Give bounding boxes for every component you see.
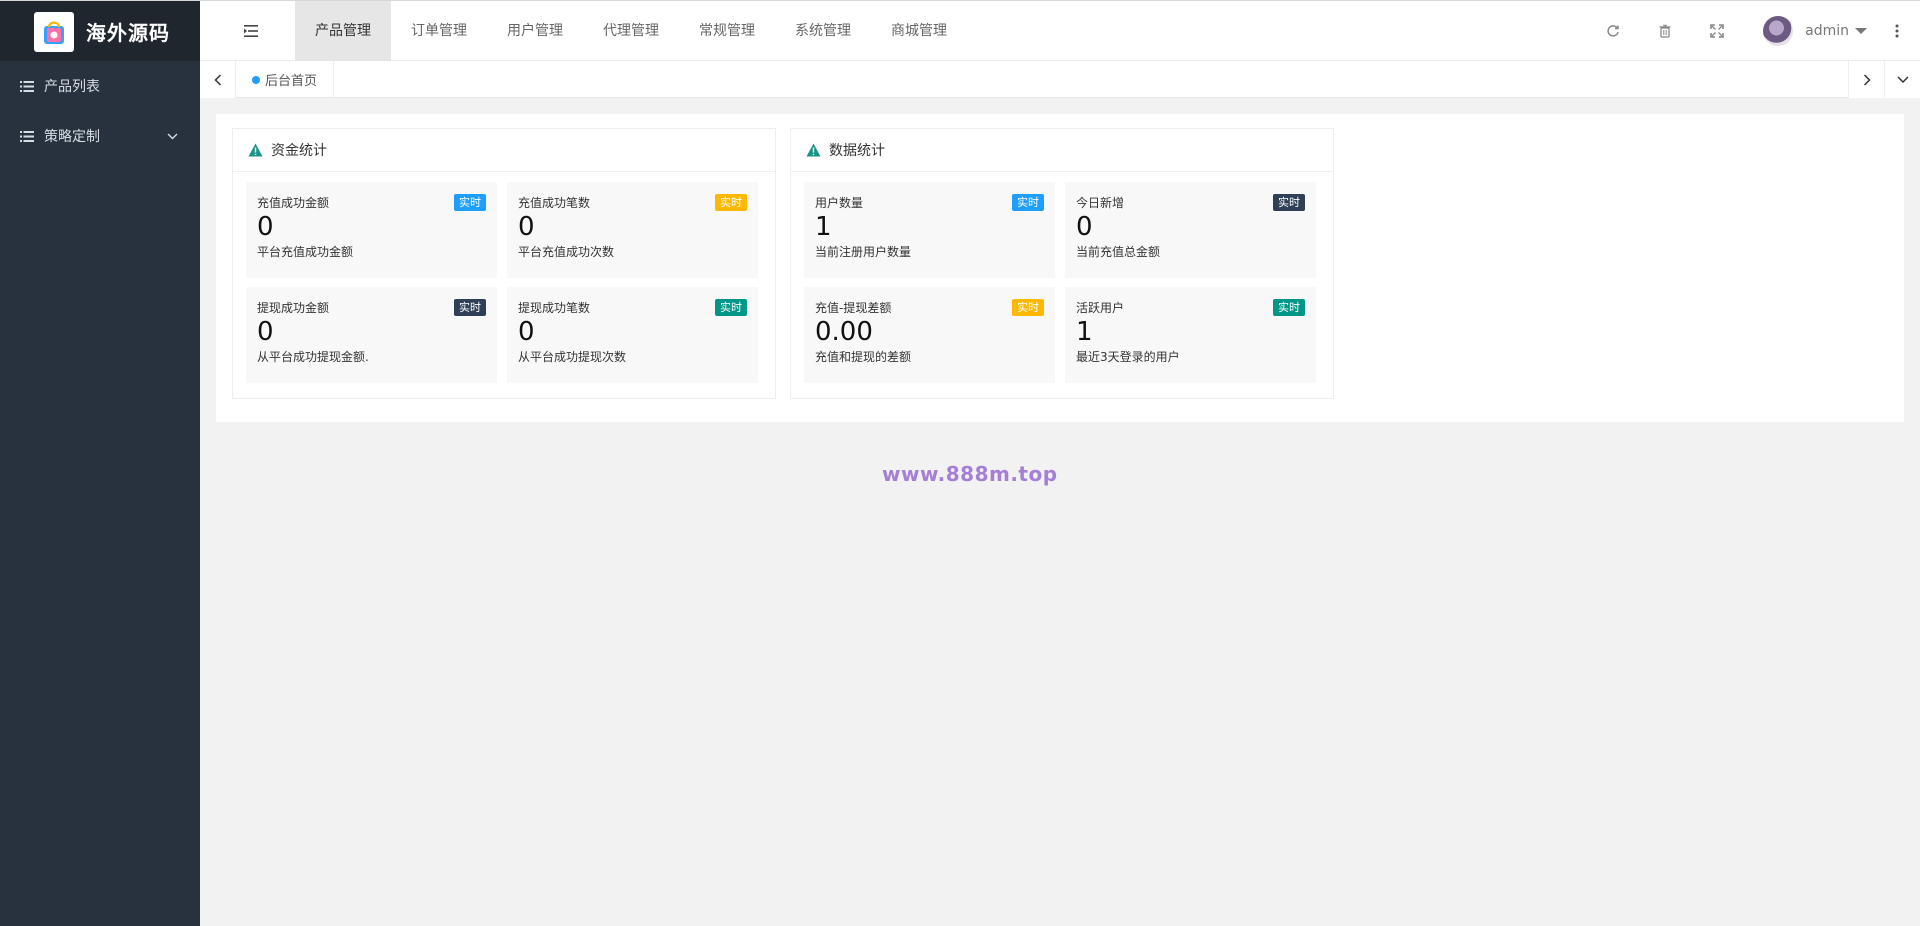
data-stats-card: 数据统计 用户数量 1 当前注册用户数量 实时 今日新增 0 当前充值总金额 实… [790, 128, 1334, 399]
tab-home[interactable]: 后台首页 [236, 61, 335, 98]
shopping-bag-icon [34, 11, 74, 52]
realtime-badge: 实时 [1273, 299, 1305, 316]
warning-icon [805, 142, 821, 158]
stat-label: 用户数量 [815, 196, 864, 210]
top-header: 海外源码 产品管理 订单管理 用户管理 代理管理 常规管理 系统管理 商城管理 [0, 0, 1920, 62]
stat-active-users: 活跃用户 1 最近3天登录的用户 实时 [1065, 287, 1316, 383]
realtime-badge: 实时 [715, 299, 747, 316]
realtime-badge: 实时 [454, 194, 486, 211]
list-icon [20, 129, 34, 143]
stat-desc: 从平台成功提现次数 [518, 350, 627, 364]
stat-desc: 当前充值总金额 [1076, 245, 1161, 259]
stat-balance-diff: 充值-提现差额 0.00 充值和提现的差额 实时 [804, 287, 1055, 383]
more-vertical-icon[interactable] [1889, 23, 1905, 39]
sidebar-item-label: 策略定制 [44, 129, 100, 145]
card-header: 资金统计 [233, 129, 775, 172]
stat-desc: 平台充值成功次数 [518, 245, 615, 259]
logo-text: 海外源码 [86, 21, 170, 45]
stat-today-new: 今日新增 0 当前充值总金额 实时 [1065, 182, 1316, 278]
caret-down-icon [1855, 28, 1867, 34]
nav-user-management[interactable]: 用户管理 [487, 1, 583, 61]
stat-withdraw-amount: 提现成功金额 0 从平台成功提现金额. 实时 [246, 287, 497, 383]
trash-icon[interactable] [1657, 23, 1673, 39]
realtime-badge: 实时 [1012, 194, 1044, 211]
stat-value: 0 [257, 317, 274, 347]
stat-value: 0.00 [815, 317, 873, 347]
tab-label: 后台首页 [265, 74, 318, 89]
active-dot-icon [252, 75, 260, 84]
nav-system-management[interactable]: 系统管理 [775, 1, 871, 61]
sidebar: 产品列表 策略定制 [0, 61, 200, 926]
top-right-tools: admin [1587, 1, 1920, 61]
stat-recharge-count: 充值成功笔数 0 平台充值成功次数 实时 [507, 182, 758, 278]
card-title: 资金统计 [271, 143, 327, 159]
stat-value: 0 [518, 317, 535, 347]
stat-desc: 当前注册用户数量 [815, 245, 912, 259]
nav-general-management[interactable]: 常规管理 [679, 1, 775, 61]
stat-label: 充值成功金额 [257, 196, 330, 210]
stat-value: 1 [815, 212, 832, 242]
list-icon [20, 79, 34, 93]
card-header: 数据统计 [791, 129, 1333, 172]
refresh-icon[interactable] [1605, 23, 1621, 39]
warning-icon [247, 142, 263, 158]
stat-user-count: 用户数量 1 当前注册用户数量 实时 [804, 182, 1055, 278]
fullscreen-icon[interactable] [1709, 23, 1725, 39]
nav-agent-management[interactable]: 代理管理 [583, 1, 679, 61]
stat-desc: 从平台成功提现金额. [257, 350, 369, 364]
logo-area[interactable]: 海外源码 [0, 1, 200, 62]
stat-value: 0 [518, 212, 535, 242]
menu-collapse-icon[interactable] [243, 23, 259, 39]
top-nav: 产品管理 订单管理 用户管理 代理管理 常规管理 系统管理 商城管理 [295, 1, 967, 61]
stat-withdraw-count: 提现成功笔数 0 从平台成功提现次数 实时 [507, 287, 758, 383]
stat-desc: 最近3天登录的用户 [1076, 350, 1180, 364]
user-menu[interactable]: admin [1763, 16, 1889, 46]
stat-value: 1 [1076, 317, 1093, 347]
fund-stats-card: 资金统计 充值成功金额 0 平台充值成功金额 实时 充值成功笔数 0 平台充值成… [232, 128, 776, 399]
realtime-badge: 实时 [454, 299, 486, 316]
nav-product-management[interactable]: 产品管理 [295, 1, 391, 61]
nav-order-management[interactable]: 订单管理 [391, 1, 487, 61]
username: admin [1805, 23, 1849, 39]
realtime-badge: 实时 [715, 194, 747, 211]
watermark-text: www.888m.top [882, 462, 1058, 486]
stat-label: 充值-提现差额 [815, 301, 892, 315]
avatar [1763, 16, 1794, 46]
tab-scroll-left-icon[interactable] [200, 61, 236, 98]
realtime-badge: 实时 [1012, 299, 1044, 316]
stat-desc: 平台充值成功金额 [257, 245, 354, 259]
stat-recharge-amount: 充值成功金额 0 平台充值成功金额 实时 [246, 182, 497, 278]
stat-label: 今日新增 [1076, 196, 1125, 210]
nav-mall-management[interactable]: 商城管理 [871, 1, 967, 61]
sidebar-item-product-list[interactable]: 产品列表 [0, 61, 200, 111]
stat-value: 0 [1076, 212, 1093, 242]
realtime-badge: 实时 [1273, 194, 1305, 211]
dashboard-panel: 资金统计 充值成功金额 0 平台充值成功金额 实时 充值成功笔数 0 平台充值成… [216, 114, 1904, 422]
tab-dropdown-icon[interactable] [1884, 61, 1920, 98]
tab-scroll-right-icon[interactable] [1848, 61, 1884, 98]
stat-label: 提现成功金额 [257, 301, 330, 315]
tabs-bar: 后台首页 [200, 61, 1920, 98]
stat-label: 充值成功笔数 [518, 196, 591, 210]
stat-value: 0 [257, 212, 274, 242]
stat-label: 活跃用户 [1076, 301, 1125, 315]
sidebar-item-label: 产品列表 [44, 79, 100, 95]
card-title: 数据统计 [829, 143, 885, 159]
sidebar-item-strategy[interactable]: 策略定制 [0, 111, 200, 161]
chevron-down-icon [166, 130, 178, 142]
stat-label: 提现成功笔数 [518, 301, 591, 315]
stat-desc: 充值和提现的差额 [815, 350, 912, 364]
